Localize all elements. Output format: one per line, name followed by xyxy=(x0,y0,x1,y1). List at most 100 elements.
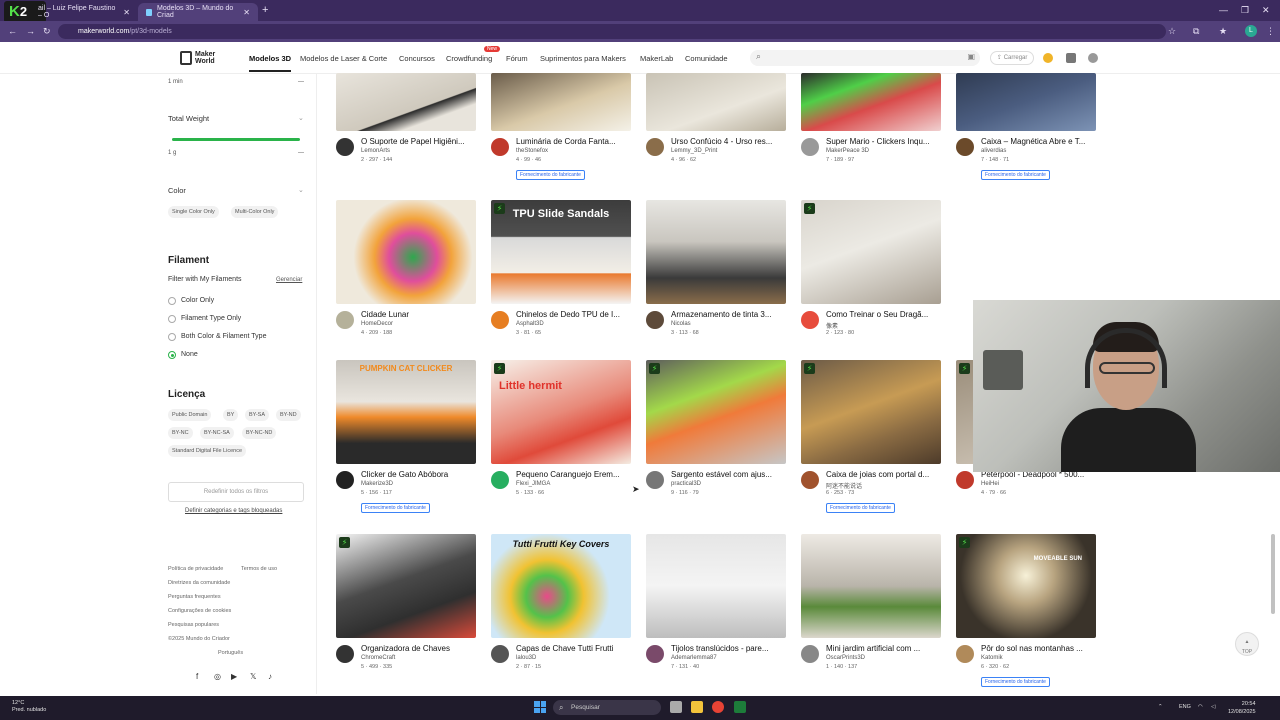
model-title[interactable]: Clicker de Gato Abóbora xyxy=(361,470,477,479)
page-scrollbar[interactable] xyxy=(1271,534,1275,614)
windows-start-icon[interactable] xyxy=(534,701,546,713)
browser-tab-2[interactable]: Modelos 3D – Mundo do Criad ✕ xyxy=(138,3,258,21)
author-avatar[interactable] xyxy=(956,471,974,489)
model-author[interactable]: LemonArts xyxy=(361,148,390,154)
model-author[interactable]: Asphalt3D xyxy=(516,321,544,327)
close-icon[interactable]: ✕ xyxy=(123,8,130,17)
model-title[interactable]: Luminária de Corda Fanta... xyxy=(516,137,632,146)
language-selector[interactable]: Português xyxy=(218,650,243,656)
model-card[interactable]: Cidade Lunar HomeDecor 4 · 209 · 188 xyxy=(336,200,476,336)
model-title[interactable]: Pequeno Caranguejo Erem... xyxy=(516,470,632,479)
model-author[interactable]: OscarPrints3D xyxy=(826,655,865,661)
model-title[interactable]: Organizadora de Chaves xyxy=(361,644,477,653)
chip-multi-color[interactable]: Multi-Color Only xyxy=(231,206,279,218)
model-thumbnail[interactable] xyxy=(646,200,786,304)
chip-license[interactable]: BY-SA xyxy=(245,409,270,421)
model-author[interactable]: ChromeCraft xyxy=(361,655,395,661)
scroll-to-top-button[interactable]: ▲ TOP xyxy=(1235,632,1259,656)
model-title[interactable]: Caixa de joias com portal d... xyxy=(826,470,942,479)
model-author[interactable]: lalou3D xyxy=(516,655,536,661)
author-avatar[interactable] xyxy=(956,645,974,663)
model-author[interactable]: Ademarlemma87 xyxy=(671,655,717,661)
browser-tab-1[interactable]: ail – Luiz Felipe Faustino – O ✕ xyxy=(30,3,138,21)
messages-icon[interactable] xyxy=(1066,53,1076,63)
menu-dots-icon[interactable]: ⋮ xyxy=(1266,26,1275,37)
model-card[interactable]: Armazenamento de tinta 3... Nicolas 3 · 11… xyxy=(646,200,786,336)
forward-icon[interactable]: → xyxy=(26,26,35,36)
model-thumbnail[interactable] xyxy=(646,534,786,638)
footer-link[interactable]: Perguntas frequentes xyxy=(168,594,221,600)
model-title[interactable]: O Suporte de Papel Higiêni... xyxy=(361,137,477,146)
model-card[interactable]: ⚡ MOVEABLE SUN Pôr do sol nas montanhas ..… xyxy=(956,534,1096,688)
nav-forum[interactable]: Fórum xyxy=(506,54,528,63)
taskbar-search[interactable]: ⌕ Pesquisar xyxy=(553,700,661,715)
extensions-icon[interactable]: ⧉ xyxy=(1193,26,1199,37)
model-title[interactable]: Chinelos de Dedo TPU de I... xyxy=(516,310,632,319)
model-card[interactable]: O Suporte de Papel Higiêni... LemonArts 2 … xyxy=(336,73,476,163)
youtube-icon[interactable]: ▶ xyxy=(231,672,237,681)
blocked-categories-link[interactable]: Definir categorias e tags bloqueadas xyxy=(185,508,282,514)
model-thumbnail[interactable]: ⚡ xyxy=(336,534,476,638)
minimize-icon[interactable]: — xyxy=(1219,5,1228,15)
author-avatar[interactable] xyxy=(336,471,354,489)
nav-3d-models[interactable]: Modelos 3D xyxy=(249,54,292,72)
model-author[interactable]: HomeDecor xyxy=(361,321,393,327)
instagram-icon[interactable]: ◎ xyxy=(214,672,221,681)
model-card[interactable]: ⚡ TPU Slide Sandals Chinelos de Dedo TPU d… xyxy=(491,200,631,336)
tray-chevron-icon[interactable]: ⌃ xyxy=(1158,704,1163,710)
nav-laser-models[interactable]: Modelos de Laser & Corte xyxy=(300,54,387,63)
tray-language[interactable]: ENG xyxy=(1179,704,1191,710)
radio-both[interactable] xyxy=(168,333,176,341)
model-thumbnail[interactable]: ⚡ xyxy=(646,360,786,464)
nav-makerlab[interactable]: MakerLab xyxy=(640,54,673,63)
chip-license[interactable]: Standard Digital File Licence xyxy=(168,445,247,457)
author-avatar[interactable] xyxy=(491,645,509,663)
model-thumbnail[interactable] xyxy=(646,73,786,131)
model-author[interactable]: theStonefox xyxy=(516,148,548,154)
model-author[interactable]: 像素 xyxy=(826,321,838,330)
profile-avatar[interactable]: L xyxy=(1245,25,1257,37)
footer-link[interactable]: Termos de uso xyxy=(241,566,277,572)
author-avatar[interactable] xyxy=(491,311,509,329)
model-thumbnail[interactable]: ⚡ TPU Slide Sandals xyxy=(491,200,631,304)
author-avatar[interactable] xyxy=(491,138,509,156)
chevron-down-icon[interactable]: ⌄ xyxy=(298,186,304,194)
new-tab-icon[interactable]: + xyxy=(262,4,268,16)
footer-link[interactable]: Configurações de cookies xyxy=(168,608,231,614)
model-card[interactable]: ⚡ Caixa de joias com portal d... 阿迷不能说话 6 ·… xyxy=(801,360,941,514)
author-avatar[interactable] xyxy=(646,645,664,663)
model-card[interactable]: Mini jardim artificial com ... OscarPrint… xyxy=(801,534,941,670)
weight-slider[interactable] xyxy=(172,138,300,141)
author-avatar[interactable] xyxy=(646,471,664,489)
model-author[interactable]: Nicolas xyxy=(671,321,691,327)
model-thumbnail[interactable] xyxy=(956,73,1096,131)
nav-contests[interactable]: Concursos xyxy=(399,54,435,63)
radio-none[interactable] xyxy=(168,351,176,359)
footer-link[interactable]: Diretrizes da comunidade xyxy=(168,580,230,586)
model-card[interactable]: Super Mario - Clickers Inqu... MakerPeace… xyxy=(801,73,941,163)
model-author[interactable]: 阿迷不能说话 xyxy=(826,481,862,490)
model-title[interactable]: Super Mario - Clickers Inqu... xyxy=(826,137,942,146)
chip-single-color[interactable]: Single Color Only xyxy=(168,206,219,218)
author-avatar[interactable] xyxy=(646,311,664,329)
nav-supplies[interactable]: Suprimentos para Makers xyxy=(540,54,626,63)
model-card[interactable]: ⚡ Organizadora de Chaves ChromeCraft 5 · 49… xyxy=(336,534,476,670)
site-logo[interactable]: Maker World xyxy=(180,51,215,65)
model-title[interactable]: Sargento estável com ajus... xyxy=(671,470,787,479)
chip-license[interactable]: BY xyxy=(223,409,239,421)
image-search-icon[interactable]: ▣ xyxy=(967,52,975,61)
user-avatar[interactable] xyxy=(1088,53,1098,63)
model-thumbnail[interactable] xyxy=(801,73,941,131)
model-card[interactable]: ⚡ Sargento estável com ajus... practical3D… xyxy=(646,360,786,496)
coin-icon[interactable] xyxy=(1043,53,1053,63)
model-card[interactable]: Tijolos translúcidos - pare... Ademarlemm… xyxy=(646,534,786,670)
model-author[interactable]: Katomik xyxy=(981,655,1003,661)
volume-icon[interactable]: ◁ xyxy=(1211,704,1215,710)
model-author[interactable]: MakerPeace 3D xyxy=(826,148,869,154)
model-title[interactable]: Caixa – Magnética Abre e T... xyxy=(981,137,1097,146)
model-card[interactable]: PUMPKIN CAT CLICKER Clicker de Gato Abóbo… xyxy=(336,360,476,514)
model-title[interactable]: Como Treinar o Seu Dragã... xyxy=(826,310,942,319)
task-view-icon[interactable] xyxy=(670,701,682,713)
back-icon[interactable]: ← xyxy=(8,26,17,36)
facebook-icon[interactable]: f xyxy=(196,672,198,681)
